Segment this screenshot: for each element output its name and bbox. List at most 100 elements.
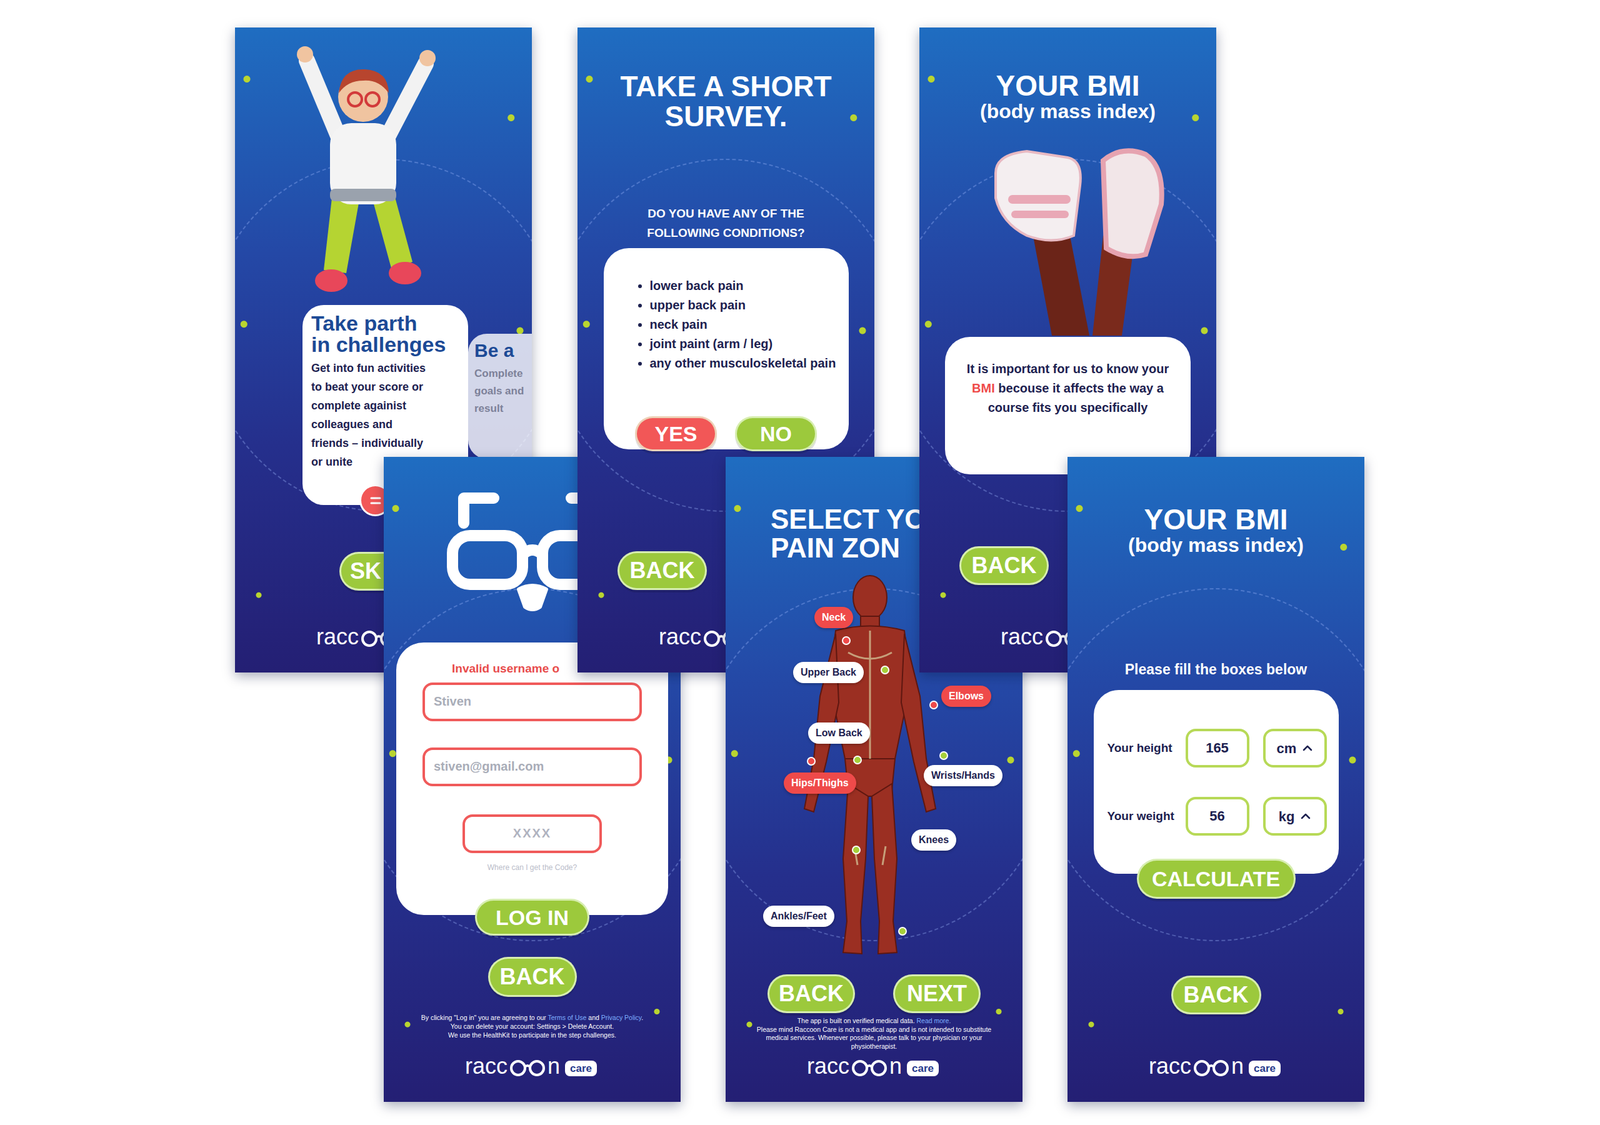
- question: DO YOU HAVE ANY OF THEFOLLOWING CONDITIO…: [646, 203, 805, 243]
- code-field[interactable]: [462, 814, 602, 854]
- text-line: Get into fun activities: [311, 358, 460, 378]
- glasses-icon: [1193, 1058, 1230, 1077]
- email-field[interactable]: [422, 747, 642, 787]
- zone-label[interactable]: Low Back: [808, 722, 870, 744]
- glasses-icon: [509, 1058, 546, 1077]
- username-field[interactable]: [422, 682, 642, 722]
- title-line: TAKE A SHORT: [620, 71, 832, 102]
- person-icon: [285, 35, 448, 305]
- logo-text: n: [889, 1053, 902, 1079]
- sneakers-icon: [958, 135, 1179, 336]
- text-link[interactable]: Read more.: [916, 1016, 952, 1025]
- zone-label[interactable]: Ankles/Feet: [763, 905, 835, 927]
- disclaimer: The app is built on verified medical dat…: [727, 1016, 1022, 1051]
- logo-text: n: [547, 1053, 560, 1079]
- text-span: The app is built on verified medical dat…: [797, 1016, 917, 1025]
- back-button[interactable]: BACK: [617, 551, 707, 590]
- text-line: By clicking "Log in" you are agreeing to…: [385, 1013, 680, 1022]
- yes-button[interactable]: YES: [635, 416, 717, 452]
- title-line: Take parth: [311, 312, 460, 334]
- title-line: PAIN ZON: [770, 533, 927, 563]
- error-message: Invalid username o: [451, 661, 560, 677]
- text-span: By clicking "Log in" you are agreeing to…: [421, 1013, 549, 1022]
- back-button[interactable]: BACK: [488, 956, 577, 997]
- calculate-button[interactable]: CALCULATE: [1136, 858, 1296, 899]
- highlight-text: BMI: [971, 381, 995, 395]
- text-line: The app is built on verified medical dat…: [727, 1016, 1022, 1026]
- text-line: goals and: [474, 382, 532, 400]
- text-line: Please mind Raccoon Care is not a medica…: [727, 1025, 1022, 1035]
- text-line: result: [474, 400, 532, 418]
- card-title: Take parthin challenges: [311, 312, 460, 355]
- app-logo: raccncare: [806, 1053, 939, 1079]
- value-field[interactable]: [1185, 728, 1250, 768]
- zone-dot[interactable]: [929, 700, 939, 710]
- text-span: Please mind Raccoon Care is not a medica…: [756, 1025, 992, 1034]
- condition-item: neck pain: [650, 315, 837, 335]
- condition-item: joint paint (arm / leg): [650, 334, 837, 354]
- text-link[interactable]: Terms of Use: [548, 1013, 587, 1022]
- zone-label[interactable]: Wrists/Hands: [923, 765, 1003, 786]
- bmi-form-screen: YOUR BMI(body mass index)Please fill the…: [1067, 456, 1365, 1102]
- field-row: Your weightkg: [1107, 796, 1327, 836]
- condition-item: upper back pain: [650, 295, 837, 315]
- text-line: We use the HealthKit to participate in t…: [385, 1030, 680, 1040]
- text-span: We use the HealthKit to participate in t…: [448, 1031, 617, 1039]
- zone-dot[interactable]: [898, 926, 907, 936]
- text-span: and: [586, 1013, 601, 1022]
- next-button[interactable]: NEXT: [893, 974, 981, 1014]
- glasses-icon: [851, 1058, 888, 1077]
- logo-text: racc: [1000, 624, 1044, 650]
- condition-item: lower back pain: [650, 276, 837, 296]
- text-span: It is important for us to know your: [966, 361, 1169, 376]
- back-button[interactable]: BACK: [959, 546, 1049, 585]
- logo-badge: care: [1248, 1060, 1281, 1077]
- info-card: It is important for us to know your BMI …: [945, 336, 1191, 475]
- login-button[interactable]: LOG IN: [475, 898, 590, 936]
- unit-text: kg: [1278, 806, 1295, 827]
- logo-text: racc: [316, 624, 359, 650]
- text-line: to beat your score or: [311, 377, 460, 397]
- conditions-list: lower back painupper back painneck painj…: [636, 276, 837, 374]
- screen-subtitle: (body mass index): [980, 100, 1156, 124]
- next-card: Be aCompletegoals andresult: [468, 333, 532, 459]
- back-button[interactable]: BACK: [1171, 975, 1262, 1015]
- zone-label[interactable]: Hips/Thighs: [783, 772, 857, 794]
- legal-text: By clicking "Log in" you are agreeing to…: [385, 1013, 680, 1040]
- text-span: physiotherapist.: [851, 1042, 898, 1050]
- screen-title: SELECT YOPAIN ZON: [770, 505, 927, 563]
- screen-title: YOUR BMI: [996, 71, 1140, 100]
- text-link[interactable]: Privacy Policy: [601, 1013, 642, 1022]
- login-card: Invalid username o Where can I get the Co…: [396, 642, 669, 915]
- screen-title: TAKE A SHORTSURVEY.: [620, 71, 832, 132]
- logo-text: racc: [465, 1053, 508, 1079]
- zone-dot[interactable]: [939, 751, 949, 760]
- unit-select[interactable]: cm: [1263, 728, 1327, 768]
- question-line: DO YOU HAVE ANY OF THE: [646, 203, 805, 224]
- title-line: in challenges: [311, 333, 460, 355]
- no-button[interactable]: NO: [735, 416, 817, 452]
- zone-label[interactable]: Neck: [814, 606, 854, 628]
- back-button[interactable]: BACK: [767, 974, 855, 1014]
- text-line: physiotherapist.: [727, 1042, 1022, 1052]
- instruction: Please fill the boxes below: [1125, 661, 1307, 679]
- zone-label[interactable]: Elbows: [941, 685, 992, 707]
- text-line: colleagues and: [311, 415, 460, 434]
- code-help-link[interactable]: Where can I get the Code?: [487, 861, 577, 874]
- zone-label[interactable]: Upper Back: [793, 661, 864, 683]
- text-line: You can delete your account: Settings > …: [385, 1021, 680, 1031]
- logo-text: racc: [1148, 1053, 1192, 1079]
- question-line: FOLLOWING CONDITIONS?: [646, 223, 805, 243]
- text-line: Complete: [474, 365, 532, 383]
- value-field[interactable]: [1185, 796, 1250, 836]
- title-line: SURVEY.: [620, 101, 832, 132]
- app-logo: raccncare: [465, 1053, 597, 1079]
- unit-select[interactable]: kg: [1263, 796, 1327, 836]
- text-span: medical services. Whenever possible, ple…: [765, 1033, 982, 1042]
- field-label: Your height: [1107, 739, 1186, 758]
- text-line: friends – individually: [311, 433, 460, 453]
- zone-label[interactable]: Knees: [911, 829, 957, 850]
- lines-icon: [368, 493, 384, 509]
- condition-item: any other musculoskeletal pain: [650, 353, 837, 374]
- screen-content: YOUR BMI(body mass index)Please fill the…: [1067, 456, 1365, 1102]
